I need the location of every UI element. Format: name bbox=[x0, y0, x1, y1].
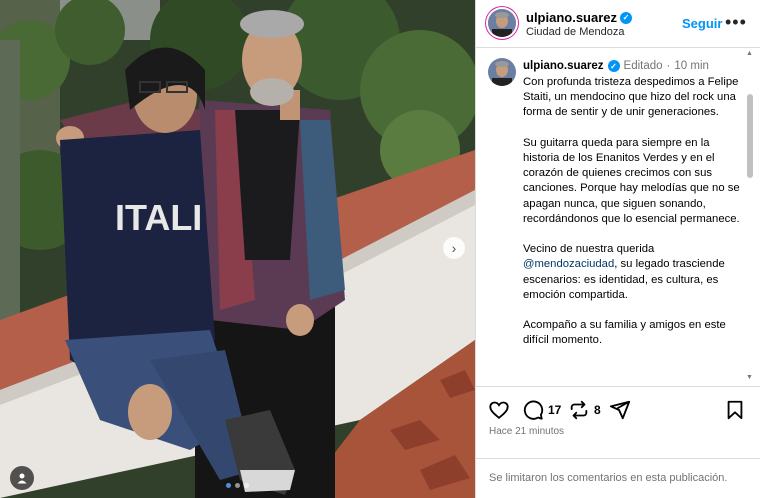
carousel-dots bbox=[0, 483, 475, 488]
scrollbar-thumb[interactable] bbox=[747, 94, 753, 178]
bookmark-icon bbox=[727, 400, 743, 420]
comment-count: 17 bbox=[548, 403, 562, 417]
like-button[interactable] bbox=[488, 399, 510, 421]
verified-icon: ✓ bbox=[620, 11, 633, 24]
save-button[interactable] bbox=[724, 399, 746, 421]
caption-area: ulpiano.suarez ✓ Editado · 10 min Con pr… bbox=[476, 49, 754, 385]
caption-text: Con profunda tristeza despedimos a Felip… bbox=[523, 75, 748, 364]
next-slide-button[interactable]: › bbox=[443, 237, 465, 259]
repost-icon bbox=[570, 400, 588, 420]
post-image: ITALI bbox=[0, 0, 475, 498]
share-icon bbox=[609, 400, 631, 420]
comments-disabled-notice: Se limitaron los comentarios en esta pub… bbox=[476, 458, 760, 498]
carousel-dot bbox=[226, 483, 231, 488]
avatar[interactable] bbox=[488, 9, 516, 37]
caption-scrollbar[interactable]: ▲ ▼ bbox=[745, 50, 756, 385]
post-header: ulpiano.suarez ✓ Ciudad de Mendoza Segui… bbox=[476, 0, 760, 48]
caption-paragraph: Vecino de nuestra querida @mendozaciudad… bbox=[523, 242, 748, 303]
comments-disabled-text: Se limitaron los comentarios en esta pub… bbox=[489, 472, 728, 484]
svg-text:ITALI: ITALI bbox=[115, 197, 202, 238]
comment-icon bbox=[523, 400, 544, 420]
repost-button[interactable]: 8 bbox=[568, 399, 601, 421]
heart-icon bbox=[489, 401, 509, 419]
edited-label: Editado bbox=[623, 60, 663, 72]
caption-text-fragment: Vecino de nuestra querida bbox=[523, 243, 655, 256]
username-link[interactable]: ulpiano.suarez bbox=[526, 10, 617, 25]
post-photo[interactable]: ITALI › bbox=[0, 0, 475, 498]
mention-link[interactable]: @mendozaciudad bbox=[523, 258, 614, 270]
caption-avatar[interactable] bbox=[488, 58, 516, 86]
more-icon[interactable]: ••• bbox=[725, 12, 747, 33]
caption-time: 10 min bbox=[674, 60, 709, 72]
share-button[interactable] bbox=[609, 399, 631, 421]
post-author: ulpiano.suarez ✓ bbox=[526, 10, 633, 25]
separator: · bbox=[666, 60, 671, 72]
carousel-dot bbox=[244, 483, 249, 488]
caption-username[interactable]: ulpiano.suarez bbox=[523, 60, 604, 72]
post-location[interactable]: Ciudad de Mendoza bbox=[526, 26, 624, 38]
follow-button[interactable]: Seguir bbox=[682, 16, 722, 31]
repost-count: 8 bbox=[594, 403, 601, 417]
caption-header: ulpiano.suarez ✓ Editado · 10 min bbox=[523, 60, 709, 72]
post-side-panel: ulpiano.suarez ✓ Ciudad de Mendoza Segui… bbox=[475, 0, 760, 498]
caption-paragraph: Su guitarra queda para siempre en la his… bbox=[523, 136, 740, 225]
caption-paragraph: Con profunda tristeza despedimos a Felip… bbox=[523, 76, 739, 119]
chevron-right-icon: › bbox=[451, 240, 457, 256]
scroll-up-icon[interactable]: ▲ bbox=[746, 50, 753, 57]
comment-button[interactable]: 17 bbox=[522, 399, 561, 421]
post-timestamp: Hace 21 minutos bbox=[489, 426, 565, 437]
scroll-down-icon[interactable]: ▼ bbox=[746, 374, 753, 381]
verified-icon: ✓ bbox=[607, 60, 620, 72]
caption-paragraph: Acompaño a su familia y amigos en este d… bbox=[523, 319, 726, 347]
carousel-dot bbox=[235, 483, 240, 488]
